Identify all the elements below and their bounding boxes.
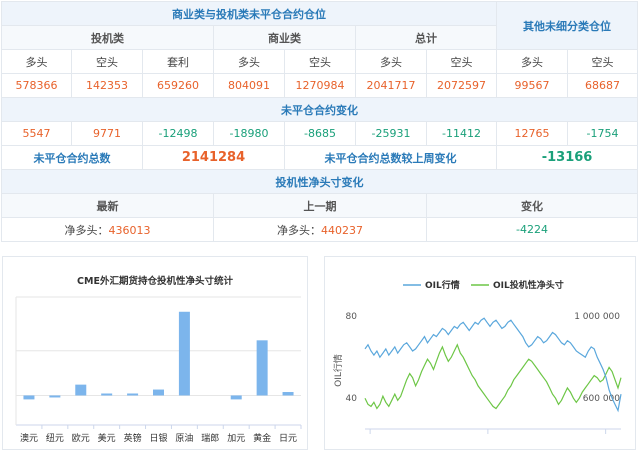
bar-chart-title: CME外汇期货持仓投机性净头寸统计: [77, 275, 233, 287]
net-latest-label: 最新: [1, 193, 214, 218]
bar-x-label: 澳元: [20, 432, 38, 444]
fx-net-position-chart-panel: CME外汇期货持仓投机性净头寸统计 澳元 纽元 欧元 美元 英镑 日银 原油 瑞郎 加元 黄金 日元: [2, 256, 308, 450]
value-cell: 99567: [496, 73, 569, 98]
col-long: 多头: [355, 49, 427, 74]
cot-table: 商业类与投机类未平仓合约仓位 其他未细分类仓位 投机类 商业类 总计 多头 空头…: [0, 1, 639, 242]
bar-x-label: 欧元: [72, 432, 90, 444]
weekly-change-value: -13166: [496, 145, 639, 170]
value-cell: 2041717: [355, 73, 427, 98]
bar-x-label: 纽元: [46, 432, 64, 444]
bar-美元: [101, 393, 113, 396]
col-short: 空头: [71, 49, 143, 74]
group-speculative: 投机类: [1, 25, 214, 50]
weekly-change-label: 未平仓合约总数较上周变化: [283, 145, 498, 170]
group-total: 总计: [354, 25, 498, 50]
net-change-value: -4224: [425, 217, 639, 242]
col-short: 空头: [567, 49, 639, 74]
change-cell: -25931: [355, 121, 427, 146]
net-change-label: 变化: [425, 193, 639, 218]
value-cell: 68687: [567, 73, 639, 98]
net-prev-value: 440237: [321, 223, 363, 237]
net-prev-label: 上一期: [213, 193, 427, 218]
bar-x-label: 美元: [98, 432, 116, 444]
col-short: 空头: [284, 49, 356, 74]
bar-x-label: 黄金: [253, 432, 271, 444]
change-cell: -1754: [567, 121, 639, 146]
bar-x-label: 原油: [175, 432, 193, 444]
bar-x-label: 日元: [279, 433, 297, 444]
col-short: 空头: [425, 49, 498, 74]
value-cell: 578366: [1, 73, 72, 98]
bar-英镑: [127, 393, 139, 396]
bar-日元: [282, 392, 294, 396]
bar-x-label: 英镑: [124, 432, 142, 444]
net-latest-cell: 净多头：436013: [1, 217, 214, 242]
net-latest-value: 436013: [108, 223, 151, 237]
bar-x-label: 日银: [149, 432, 167, 444]
y-left-label: OIL行情: [332, 354, 344, 387]
y-right-tick: 1 000 000: [574, 312, 620, 322]
bar-纽元: [49, 395, 61, 398]
fx-net-position-chart: CME外汇期货持仓投机性净头寸统计 澳元 纽元 欧元 美元 英镑 日银 原油 瑞郎 加元 黄金 日元: [15, 275, 302, 444]
value-cell: 2072597: [425, 73, 498, 98]
bar-日银: [153, 389, 164, 396]
main-positions-title: 商业类与投机类未平仓合约仓位: [0, 1, 498, 26]
oil-chart: OIL行情 OIL投机性净头寸80401 000 000600 000OIL行情: [332, 279, 622, 434]
value-cell: 142353: [71, 73, 143, 98]
change-cell: -18980: [213, 121, 285, 146]
change-cell: -12498: [142, 121, 214, 146]
group-commercial: 商业类: [213, 25, 356, 50]
change-cell: -8685: [284, 121, 356, 146]
change-cell: 9771: [71, 121, 143, 146]
net-prev-cell: 净多头：440237: [213, 217, 427, 242]
bar-原油: [178, 311, 190, 396]
value-cell: 1270984: [284, 73, 356, 98]
net-prev-prefix: 净多头：: [277, 223, 321, 237]
bar-x-label: 瑞郎: [201, 432, 219, 444]
change-title: 未平仓合约变化: [0, 97, 639, 122]
net-position-title: 投机性净头寸变化: [0, 169, 639, 194]
bar-黄金: [256, 340, 268, 396]
y-left-tick: 80: [346, 312, 358, 322]
bar-加元: [230, 395, 242, 400]
legend-spec-label: OIL投机性净头寸: [493, 279, 564, 291]
change-cell: 12765: [496, 121, 569, 146]
col-spread: 套利: [142, 49, 214, 74]
col-long: 多头: [496, 49, 569, 74]
value-cell: 659260: [142, 73, 214, 98]
bar-x-label: 加元: [227, 433, 245, 444]
value-cell: 804091: [213, 73, 285, 98]
total-oi-value: 2141284: [142, 145, 285, 170]
total-oi-label: 未平仓合约总数: [1, 145, 143, 170]
other-positions-title: 其他未细分类仓位: [496, 1, 639, 50]
change-cell: 5547: [1, 121, 72, 146]
bar-澳元: [23, 395, 35, 400]
oil-chart-panel: OIL行情 OIL投机性净头寸 80 40 1 000 000 600 000 OIL行情: [324, 256, 636, 450]
net-latest-prefix: 净多头：: [64, 223, 109, 237]
legend-oil-label: OIL行情: [425, 279, 460, 291]
bar-欧元: [75, 384, 87, 396]
y-left-tick: 40: [346, 394, 358, 404]
col-long: 多头: [1, 49, 72, 74]
change-cell: -11412: [425, 121, 498, 146]
col-long: 多头: [213, 49, 285, 74]
